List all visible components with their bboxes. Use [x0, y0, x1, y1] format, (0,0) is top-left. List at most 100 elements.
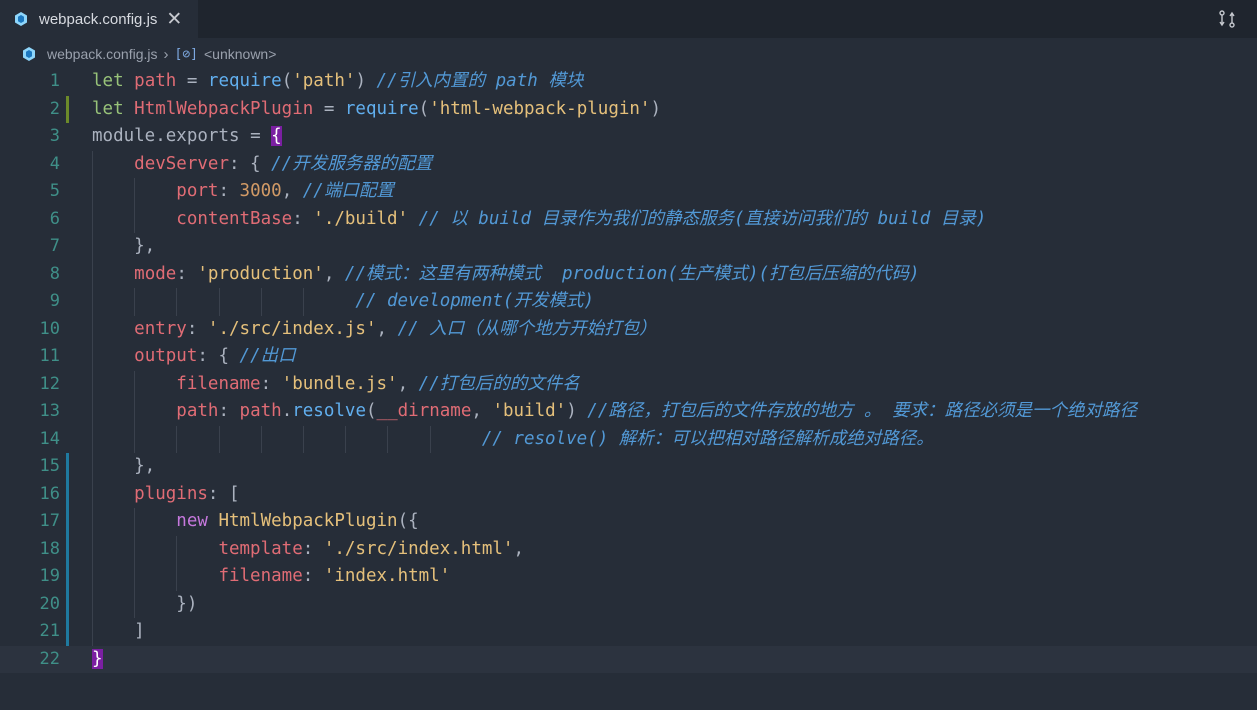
code-line[interactable]: 4 devServer: { //开发服务器的配置 [0, 150, 1257, 178]
code-text: path: path.resolve(__dirname, 'build') /… [92, 398, 1137, 426]
code-token: filename [176, 373, 261, 394]
code-line[interactable]: 22} [0, 645, 1257, 673]
breadcrumb: webpack.config.js › [⊘] <unknown> [0, 40, 1257, 68]
code-token: ( [418, 98, 430, 119]
code-token: 'bundle.js' [281, 373, 398, 394]
code-line[interactable]: 15 }, [0, 453, 1257, 481]
code-line[interactable]: 9 // development(开发模式) [0, 288, 1257, 316]
code-line[interactable]: 8 mode: 'production', //模式：这里有两种模式 produ… [0, 260, 1257, 288]
code-token: // resolve() 解析：可以把相对路径解析成绝对路径。 [481, 428, 934, 449]
code-token: ( [366, 401, 377, 421]
code-token: //模式：这里有两种模式 production(生产模式)(打包后压缩的代码) [344, 263, 920, 284]
code-token: path [176, 401, 219, 421]
code-line[interactable]: 3 module.exports = { [0, 123, 1257, 151]
code-line[interactable]: 1 let path = require('path') //引入内置的 path… [0, 68, 1257, 96]
line-number: 21 [39, 621, 60, 641]
line-number: 1 [49, 71, 60, 91]
close-tab-icon[interactable]: ✕ [166, 10, 182, 29]
code-token: = [313, 98, 345, 119]
git-change-marker[interactable] [66, 563, 69, 591]
code-text: port: 3000, //端口配置 [92, 178, 394, 206]
code-token: entry [134, 318, 187, 339]
line-number: 7 [49, 236, 60, 256]
code-token: 'html-webpack-plugin' [429, 98, 651, 119]
code-line[interactable]: 19 filename: 'index.html' [0, 563, 1257, 591]
code-line[interactable]: 2 let HtmlWebpackPlugin = require('html-w… [0, 95, 1257, 124]
line-number: 15 [39, 456, 60, 476]
webpack-file-icon [15, 12, 27, 26]
code-text: }, [92, 233, 155, 261]
code-token: //引入内置的 path 模块 [376, 71, 584, 91]
code-token: port [176, 181, 219, 201]
breadcrumb-symbol[interactable]: <unknown> [204, 46, 276, 62]
code-token: : { [197, 346, 240, 366]
symbol-variable-icon: [⊘] [174, 46, 198, 62]
code-token: 3000 [239, 181, 282, 201]
code-line[interactable]: 14 // resolve() 解析：可以把相对路径解析成绝对路径。 [0, 425, 1257, 453]
compare-changes-icon[interactable] [1217, 9, 1237, 29]
code-token: , [513, 538, 525, 559]
code-text: filename: 'bundle.js', //打包后的的文件名 [92, 371, 579, 399]
code-line[interactable]: 21 ] [0, 618, 1257, 646]
code-token: 'path' [292, 71, 356, 91]
code-line[interactable]: 12 filename: 'bundle.js', //打包后的的文件名 [0, 370, 1257, 399]
matched-bracket: { [271, 126, 282, 146]
git-change-marker[interactable] [66, 535, 69, 563]
code-editor[interactable]: 1 let path = require ( 'path') //引入内置的 path… [0, 68, 1257, 710]
code-token: template [218, 538, 303, 559]
git-change-marker[interactable] [66, 590, 69, 618]
code-token: let [92, 98, 135, 119]
git-change-marker[interactable] [66, 618, 69, 646]
code-token: devServer [134, 153, 229, 174]
code-token: ) [355, 71, 377, 91]
code-text: let HtmlWebpackPlugin = require('html-we… [92, 96, 661, 124]
line-number: 12 [39, 373, 60, 394]
code-token: }, [92, 456, 156, 476]
code-token: './src/index.js' [207, 318, 377, 339]
line-number: 20 [39, 593, 60, 614]
code-token: : [176, 263, 198, 284]
code-token: plugins [134, 483, 208, 504]
code-line[interactable]: 11 output: { //出口 [0, 343, 1257, 371]
code-line[interactable]: 7 }, [0, 233, 1257, 261]
code-line[interactable]: 18 template: './src/index.html', [0, 535, 1257, 564]
matched-bracket: } [92, 648, 103, 669]
code-token: : [292, 208, 314, 229]
code-token: 'index.html' [323, 566, 451, 586]
code-line[interactable]: 5 port: 3000, //端口配置 [0, 178, 1257, 206]
code-line[interactable]: 16 plugins: [ [0, 480, 1257, 509]
code-token: // 以 build 目录作为我们的静态服务(直接访问我们的 build 目录) [418, 208, 987, 229]
code-text: plugins: [ [92, 481, 239, 509]
code-line[interactable]: 6 contentBase: './build' // 以 build 目录作为… [0, 205, 1257, 233]
code-text: module.exports = { [92, 123, 282, 151]
code-token: , [281, 181, 303, 201]
code-text: entry: './src/index.js', // 入口（从哪个地方开始打包… [92, 316, 657, 344]
code-line[interactable]: 17 new HtmlWebpackPlugin({ [0, 508, 1257, 536]
code-token: : [218, 401, 240, 421]
code-token: './src/index.html' [323, 538, 514, 559]
line-number: 4 [49, 153, 60, 174]
tab-webpack-config[interactable]: webpack.config.js ✕ [0, 0, 198, 38]
line-number: 3 [49, 126, 60, 146]
code-token: ) [566, 401, 588, 421]
breadcrumb-file[interactable]: webpack.config.js [47, 46, 158, 62]
code-token: //端口配置 [302, 181, 394, 201]
code-line[interactable]: 20 }) [0, 590, 1257, 618]
git-change-marker[interactable] [66, 480, 69, 508]
code-line[interactable]: 10 entry: './src/index.js', // 入口（从哪个地方开… [0, 315, 1257, 344]
line-number: 18 [39, 538, 60, 559]
code-text: template: './src/index.html', [92, 536, 524, 564]
code-token: require [207, 71, 282, 91]
code-token: , [376, 318, 398, 339]
git-change-marker[interactable] [66, 508, 69, 536]
git-change-marker[interactable] [66, 453, 69, 481]
code-line[interactable]: 13 path: path.resolve(__dirname, 'build'… [0, 398, 1257, 426]
git-change-marker[interactable] [66, 95, 69, 123]
code-token: HtmlWebpackPlugin [134, 98, 314, 119]
code-token: path [239, 401, 282, 421]
